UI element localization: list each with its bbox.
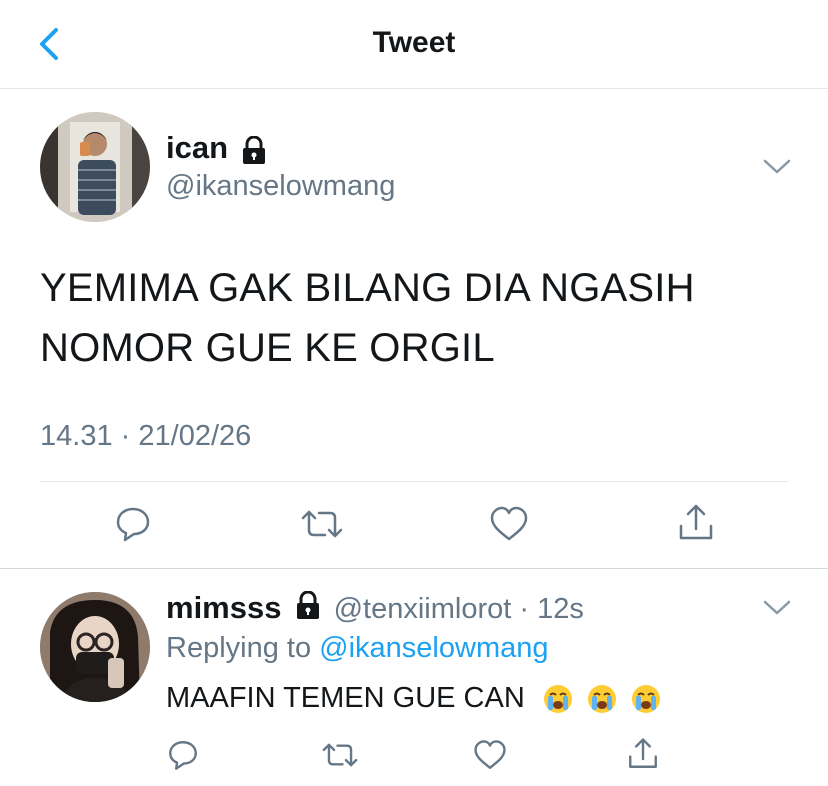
page-title: Tweet [372,26,456,59]
tweet-text-line-2: NOMOR GUE KE ORGIL [40,326,495,370]
comment-icon [169,741,197,770]
tweet-time: 14.31 [40,420,113,452]
retweet-button[interactable] [299,504,345,544]
reply-comment-button[interactable] [166,738,200,772]
author-handle[interactable]: @ikanselowmang [166,170,395,203]
top-bar: Tweet [0,0,828,89]
reply-author-name[interactable]: mimsss [166,590,281,625]
tweet-body: YEMIMA GAK BILANG DIA NGASIH NOMOR GUE K… [40,258,800,378]
like-button[interactable] [488,504,530,544]
crying-face-icon [543,685,572,714]
reply-like-button[interactable] [472,738,508,772]
share-button[interactable] [676,502,716,544]
lock-icon [240,135,268,171]
reply-retweet-button[interactable] [320,738,360,772]
crying-face-icon [587,685,616,714]
tweet-text-line-1: YEMIMA GAK BILANG DIA NGASIH [40,266,695,310]
divider [40,481,788,482]
reply-author-handle[interactable]: @tenxiimlorot [334,593,512,625]
author-name[interactable]: ican [166,130,228,165]
chevron-down-icon [763,159,791,174]
crying-face-icon [631,685,660,714]
tweet-options-button[interactable] [762,157,792,177]
replying-to: Replying to @ikanselowmang [166,632,548,665]
author-name-row: ican [166,130,268,171]
chevron-down-icon [763,600,791,615]
reply-options-button[interactable] [762,598,792,618]
reply-text: MAAFIN TEMEN GUE CAN [166,682,525,714]
divider [0,568,828,569]
reply-age: 12s [537,593,584,625]
lock-icon [294,590,322,629]
retweet-icon [301,510,343,538]
reply-button[interactable] [113,504,153,544]
tweet-timestamp: 14.31 · 21/02/26 [40,420,251,453]
heart-icon [490,506,528,541]
tweet-date: 21/02/26 [138,420,252,452]
reply-share-button[interactable] [626,736,660,772]
retweet-icon [322,743,358,767]
replying-to-handle[interactable]: @ikanselowmang [319,632,548,664]
reply-header: mimsss @tenxiimlorot · 12s [166,590,584,629]
share-icon [679,504,713,540]
meta-separator: · [120,420,131,452]
comment-icon [116,507,150,542]
heart-icon [474,740,506,769]
reply-body: MAAFIN TEMEN GUE CAN [166,682,661,715]
reply-author-avatar[interactable] [40,592,150,702]
reply-separator: · [519,593,530,625]
share-icon [629,738,657,768]
replying-to-label: Replying to [166,632,312,664]
author-avatar[interactable] [40,112,150,222]
